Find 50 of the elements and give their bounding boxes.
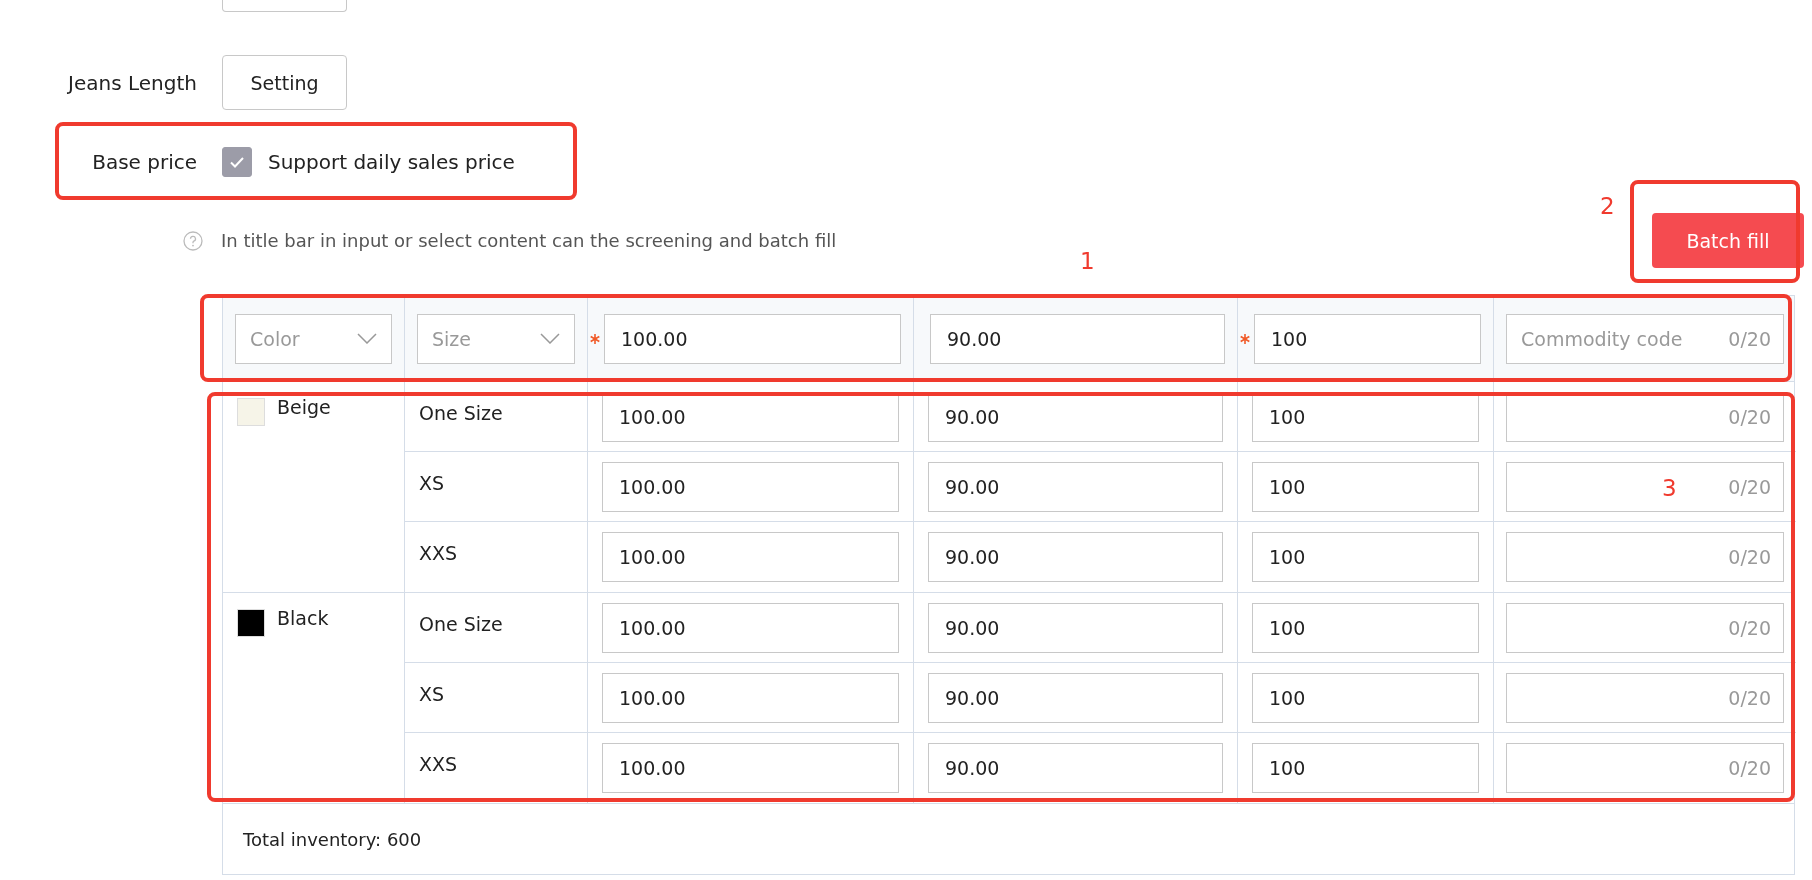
stock-input[interactable]: 100 (1252, 602, 1479, 653)
stock-input[interactable]: 100 (1252, 672, 1479, 723)
sale-price-input[interactable]: 90.00 (928, 743, 1223, 793)
price-input[interactable]: 100.00 (602, 602, 899, 653)
stock-input[interactable]: 100 (1252, 461, 1479, 512)
check-icon (230, 156, 244, 168)
batch-input[interactable]: 100 (1254, 313, 1481, 364)
checkbox-label: Support daily sales price (268, 150, 515, 174)
char-counter: 0/20 (1728, 616, 1771, 639)
setting-button[interactable]: Setting (222, 55, 347, 110)
batch-input[interactable]: 90.00 (930, 313, 1225, 364)
help-icon (183, 230, 203, 251)
size-name: XS (419, 472, 445, 494)
annotation-number: 2 (1600, 193, 1615, 219)
char-counter: 0/20 (1728, 405, 1771, 428)
size-name: XXS (419, 542, 458, 564)
partial-button[interactable] (222, 0, 347, 12)
color-name: Black (277, 607, 329, 629)
sale-price-input[interactable]: 90.00 (928, 461, 1223, 512)
size-name: One Size (419, 402, 503, 424)
price-input[interactable]: 100.00 (602, 532, 899, 582)
chevron-down-icon (540, 333, 560, 344)
sale-price-input[interactable]: 90.00 (928, 602, 1223, 653)
size-name: XXS (419, 753, 458, 775)
char-counter: 0/20 (1728, 475, 1771, 498)
stock-input[interactable]: 100 (1252, 743, 1479, 793)
price-input[interactable]: 100.00 (602, 743, 899, 793)
char-counter: 0/20 (1728, 686, 1771, 709)
sale-price-input[interactable]: 90.00 (928, 532, 1223, 582)
batch-fill-button[interactable]: Batch fill (1652, 213, 1804, 268)
annotation-number: 3 (1662, 475, 1677, 501)
field-label: Base price (91, 150, 197, 174)
batch-input[interactable]: 100.00 (604, 313, 901, 364)
color-name: Beige (277, 396, 331, 418)
hint-text: In title bar in input or select content can the screening and batch fill (221, 230, 837, 251)
chevron-down-icon (357, 333, 377, 344)
char-counter: 0/20 (1728, 327, 1771, 350)
price-input[interactable]: 100.00 (602, 461, 899, 512)
size-name: One Size (419, 613, 503, 635)
commodity-code-input[interactable]: Commodity code (1519, 326, 1729, 351)
field-label: Jeans Length (66, 70, 197, 95)
price-input[interactable]: 100.00 (602, 672, 899, 723)
char-counter: 0/20 (1728, 757, 1771, 779)
size-name: XS (419, 683, 445, 705)
annotation-number: 1 (1080, 248, 1095, 274)
stock-input[interactable]: 100 (1252, 532, 1479, 582)
total-inventory: Total inventory: 600 (243, 828, 422, 850)
char-counter: 0/20 (1728, 546, 1771, 568)
checkbox[interactable] (222, 147, 252, 177)
sale-price-input[interactable]: 90.00 (928, 672, 1223, 723)
